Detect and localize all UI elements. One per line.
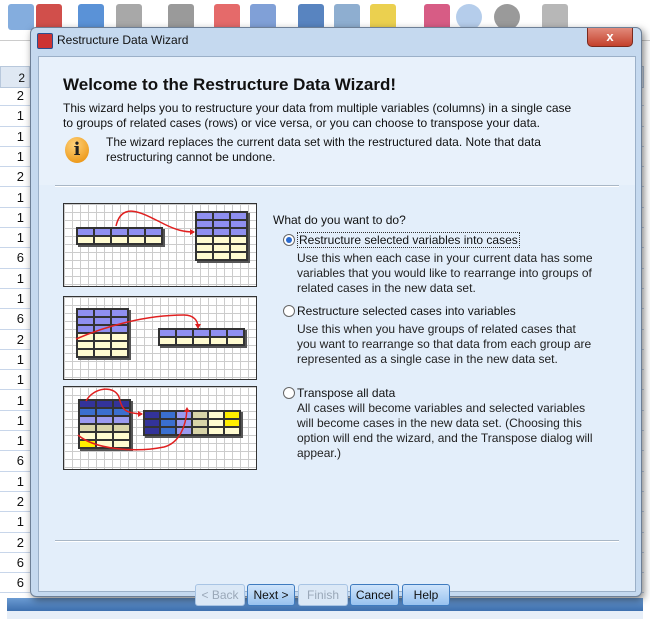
grid-cell[interactable]: 1 xyxy=(0,228,30,249)
help-button[interactable]: Help xyxy=(402,584,450,606)
grid-cell[interactable]: 1 xyxy=(0,127,30,147)
grid-cell[interactable]: 1 xyxy=(0,512,30,533)
grid-cell[interactable]: 2 xyxy=(0,533,30,553)
grid-cell[interactable]: 2 xyxy=(0,167,30,188)
back-button[interactable]: < Back xyxy=(195,584,245,606)
grid-cell[interactable]: 1 xyxy=(0,391,30,411)
grid-cell[interactable]: 6 xyxy=(0,451,30,472)
option-description: Use this when you have groups of related… xyxy=(297,322,592,366)
grid-cell[interactable]: 1 xyxy=(0,431,30,452)
info-icon: i xyxy=(65,137,89,163)
grid-cell[interactable]: 2 xyxy=(0,86,30,107)
arrow-icon xyxy=(115,210,195,235)
question-label: What do you want to do? xyxy=(273,213,406,227)
left-column-header[interactable]: 2 xyxy=(0,66,30,88)
next-button[interactable]: Next > xyxy=(247,584,295,606)
grid-cell[interactable]: 1 xyxy=(0,106,30,127)
header-divider xyxy=(55,185,619,187)
cancel-button[interactable]: Cancel xyxy=(350,584,399,606)
option-description: Use this when each case in your current … xyxy=(297,251,593,295)
grid-cell[interactable]: 6 xyxy=(0,573,30,594)
grid-cell[interactable]: 1 xyxy=(0,188,30,208)
radio-transpose[interactable] xyxy=(283,387,295,399)
grid-cell[interactable]: 6 xyxy=(0,248,30,269)
grid-cell[interactable]: 1 xyxy=(0,370,30,391)
grid-cell[interactable]: 1 xyxy=(0,289,30,310)
cases-to-variables-illustration xyxy=(63,296,257,380)
option-label[interactable]: Restructure selected cases into variable… xyxy=(297,304,516,318)
grid-cell[interactable]: 1 xyxy=(0,208,30,229)
grid-cell[interactable]: 1 xyxy=(0,147,30,168)
option-description: All cases will become variables and sele… xyxy=(297,401,593,460)
restructure-wizard-dialog: Restructure Data Wizard x Welcome to the… xyxy=(30,27,642,606)
transpose-illustration xyxy=(63,386,257,470)
grid-cell[interactable]: 2 xyxy=(0,492,30,513)
close-button[interactable]: x xyxy=(587,28,633,47)
status-bar xyxy=(7,611,643,619)
grid-cell[interactable]: 6 xyxy=(0,553,30,574)
grid-cell[interactable]: 1 xyxy=(0,411,30,432)
info-text: The wizard replaces the current data set… xyxy=(106,135,541,164)
wizard-description: This wizard helps you to restructure you… xyxy=(63,101,572,130)
grid-cell[interactable]: 1 xyxy=(0,350,30,371)
grid-cell[interactable]: 1 xyxy=(0,269,30,289)
title-bar[interactable]: Restructure Data Wizard x xyxy=(31,28,641,52)
grid-cell[interactable]: 6 xyxy=(0,309,30,330)
variables-to-cases-illustration xyxy=(63,203,257,287)
arrow-icon xyxy=(77,388,190,451)
dialog-title: Restructure Data Wizard xyxy=(57,33,189,47)
radio-variables-to-cases[interactable] xyxy=(283,234,295,246)
grid-cell[interactable]: 2 xyxy=(0,330,30,350)
open-icon[interactable] xyxy=(8,4,34,30)
arrow-icon xyxy=(75,314,201,340)
page-title: Welcome to the Restructure Data Wizard! xyxy=(63,75,396,94)
wizard-app-icon xyxy=(37,33,53,49)
option-label[interactable]: Restructure selected variables into case… xyxy=(297,232,520,248)
finish-button[interactable]: Finish xyxy=(298,584,348,606)
wizard-panel: Welcome to the Restructure Data Wizard! … xyxy=(38,56,636,606)
footer-divider xyxy=(55,540,619,542)
radio-cases-to-variables[interactable] xyxy=(283,305,295,317)
grid-cell[interactable]: 1 xyxy=(0,472,30,492)
option-label[interactable]: Transpose all data xyxy=(297,386,395,400)
wizard-header: Welcome to the Restructure Data Wizard! … xyxy=(39,57,635,185)
